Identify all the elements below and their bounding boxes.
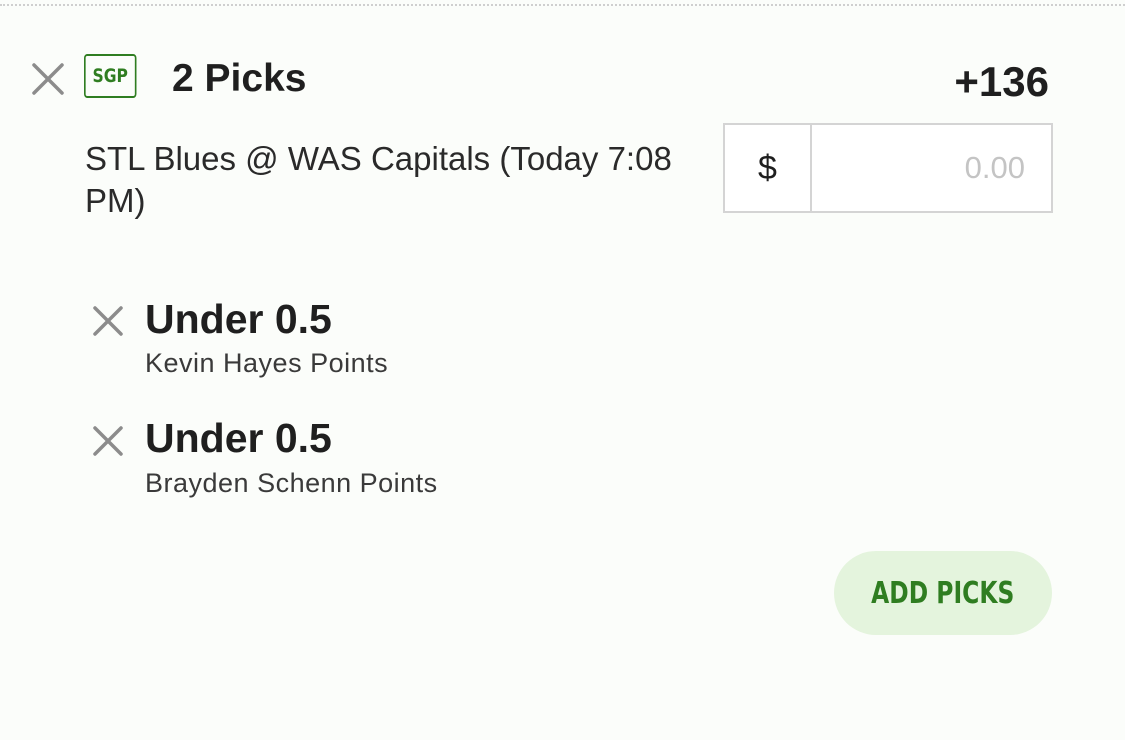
picks-count-title: 2 Picks (172, 57, 307, 100)
pick-line: Under 0.5 (145, 296, 332, 342)
game-matchup: STL Blues @ WAS Capitals (Today 7:08 PM) (85, 140, 672, 219)
sgp-badge-label: SGP (92, 65, 128, 87)
pick-description: Kevin Hayes Points (145, 348, 389, 378)
add-picks-button[interactable]: ADD PICKS (834, 551, 1052, 635)
currency-symbol: $ (725, 125, 812, 211)
sgp-badge: SGP (84, 54, 137, 98)
remove-pick-close-icon[interactable] (93, 306, 123, 336)
add-picks-label: ADD PICKS (871, 575, 1015, 611)
combined-odds: +136 (954, 58, 1049, 105)
remove-slip-close-icon[interactable] (32, 63, 64, 95)
stake-input[interactable] (812, 125, 1051, 211)
stake-field[interactable]: $ (723, 123, 1053, 213)
pick-description: Brayden Schenn Points (145, 468, 438, 498)
remove-pick-close-icon[interactable] (93, 426, 123, 456)
top-divider (0, 4, 1125, 6)
pick-line: Under 0.5 (145, 415, 332, 461)
